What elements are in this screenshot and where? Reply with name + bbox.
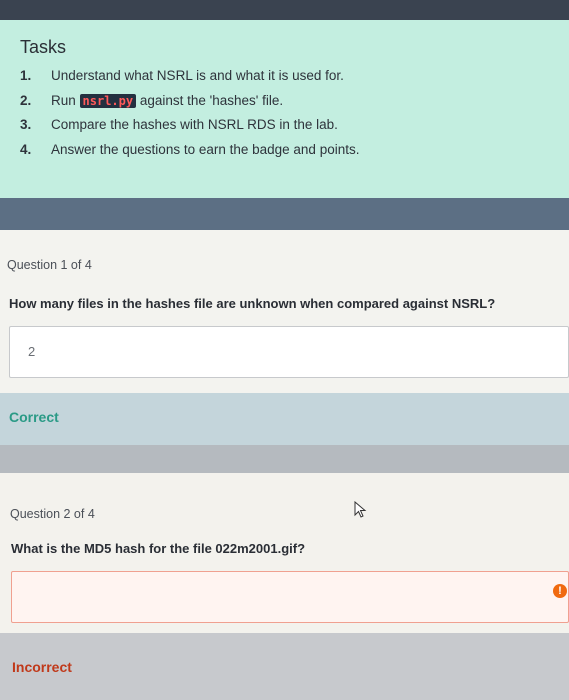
- tasks-panel: Tasks 1. Understand what NSRL is and wha…: [0, 20, 569, 198]
- question-2-counter: Question 2 of 4: [10, 507, 95, 521]
- task-number: 4.: [20, 141, 32, 157]
- mouse-cursor-icon: [354, 501, 367, 518]
- question-2-result-incorrect: Incorrect: [12, 659, 72, 675]
- task-text: Answer the questions to earn the badge a…: [51, 142, 359, 157]
- question-2-text: What is the MD5 hash for the file 022m20…: [11, 541, 306, 556]
- task-text-part: Understand what NSRL is and what it is u…: [51, 68, 344, 83]
- tasks-title: Tasks: [20, 37, 67, 57]
- section-divider: [0, 198, 569, 230]
- task-text-part: Run: [51, 92, 80, 108]
- question-1-answer-field[interactable]: 2: [9, 326, 569, 378]
- question-1-card: Question 1 of 4 How many files in the ha…: [0, 230, 569, 393]
- question-1-result-bar: Correct: [0, 393, 569, 445]
- task-text: Compare the hashes with NSRL RDS in the …: [51, 117, 338, 132]
- section-divider: [0, 445, 569, 473]
- question-2-card: Question 2 of 4 What is the MD5 hash for…: [0, 473, 569, 633]
- task-text: Run nsrl.py against the 'hashes' file.: [51, 93, 283, 108]
- error-icon: !: [553, 584, 567, 598]
- code-snippet-nsrl-py: nsrl.py: [79, 93, 137, 108]
- question-1-answer-value: 2: [28, 344, 36, 359]
- top-bar: [0, 0, 569, 20]
- task-text-part: against the 'hashes' file.: [136, 92, 284, 108]
- question-1-counter: Question 1 of 4: [7, 258, 92, 272]
- task-text-part: Answer the questions to earn the badge a…: [51, 141, 360, 157]
- task-text-part: Compare the hashes with NSRL RDS in the …: [51, 117, 338, 132]
- question-2-answer-field[interactable]: [11, 571, 569, 623]
- task-text: Understand what NSRL is and what it is u…: [51, 68, 344, 83]
- task-number: 1.: [20, 68, 32, 83]
- task-number: 3.: [20, 117, 32, 132]
- question-2-result-bar: Incorrect: [0, 633, 569, 700]
- task-number: 2.: [20, 92, 32, 108]
- question-1-result-correct: Correct: [9, 409, 59, 425]
- question-1-text: How many files in the hashes file are un…: [9, 296, 496, 311]
